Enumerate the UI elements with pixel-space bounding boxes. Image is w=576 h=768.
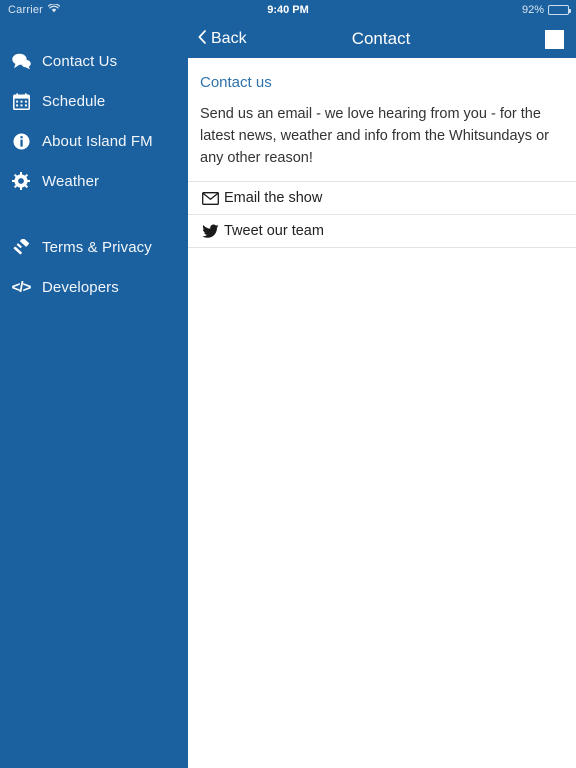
sidebar-item-weather[interactable]: Weather	[0, 165, 186, 197]
sidebar-item-label: Terms & Privacy	[42, 238, 152, 256]
list-item-email-the-show[interactable]: Email the show	[188, 182, 576, 214]
list-item-label: Tweet our team	[224, 223, 324, 239]
page-title: Contact	[351, 29, 411, 48]
sidebar-item-about-island-fm[interactable]: About Island FM	[0, 125, 186, 157]
battery-percent-label: 92%	[521, 4, 544, 16]
section-body-text: Send us an email - we love hearing from …	[200, 106, 549, 166]
section-heading: Contact us	[200, 74, 272, 91]
app-root: Carrier 9:40 PM 92% Contact Us Schedule …	[0, 0, 576, 768]
stop-square-icon[interactable]	[545, 29, 564, 49]
sidebar-item-label: Contact Us	[42, 52, 118, 70]
info-circle-icon	[0, 133, 42, 150]
sidebar: Contact Us Schedule About Island FM Weat…	[0, 20, 186, 768]
sidebar-item-label: About Island FM	[42, 132, 153, 150]
sidebar-item-label: Weather	[42, 172, 100, 190]
calendar-icon	[0, 92, 42, 110]
content-header: Contact us Send us an email - we love he…	[188, 58, 576, 181]
gear-icon	[0, 172, 42, 190]
twitter-icon	[188, 224, 224, 239]
content-panel: Contact us Send us an email - we love he…	[188, 58, 576, 768]
divider	[188, 247, 576, 248]
sidebar-item-contact-us[interactable]: Contact Us	[0, 45, 186, 77]
status-bar-right: 92%	[521, 4, 571, 16]
envelope-icon	[188, 191, 224, 205]
list-item-label: Email the show	[224, 190, 323, 206]
list-item-tweet-our-team[interactable]: Tweet our team	[188, 215, 576, 247]
gavel-icon	[0, 238, 42, 256]
code-icon: </>	[11, 278, 32, 296]
sidebar-item-developers[interactable]: </> Developers	[0, 271, 186, 303]
sidebar-item-label: Schedule	[42, 92, 106, 110]
status-bar: Carrier 9:40 PM 92%	[0, 0, 576, 20]
sidebar-item-label: Developers	[42, 278, 119, 296]
sidebar-item-terms-privacy[interactable]: Terms & Privacy	[0, 231, 186, 263]
status-bar-time: 9:40 PM	[267, 4, 309, 16]
comments-icon	[0, 53, 42, 70]
battery-icon	[548, 5, 571, 15]
nav-bar: Back Contact	[186, 20, 576, 58]
sidebar-item-schedule[interactable]: Schedule	[0, 85, 186, 117]
